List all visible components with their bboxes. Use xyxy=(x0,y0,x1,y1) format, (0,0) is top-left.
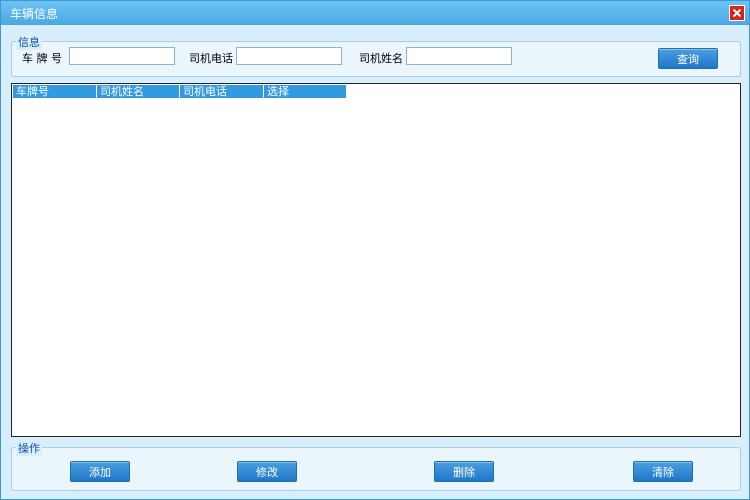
add-button[interactable]: 添加 xyxy=(70,461,130,482)
close-icon xyxy=(732,8,742,18)
operations-group: 操作 添加 修改 删除 清除 xyxy=(11,440,741,491)
info-group-legend: 信息 xyxy=(16,34,42,50)
title-bar[interactable]: 车辆信息 xyxy=(1,1,749,25)
column-header-driver-name[interactable]: 司机姓名 xyxy=(96,85,179,98)
table-header: 车牌号 司机姓名 司机电话 选择 xyxy=(13,85,346,98)
column-header-driver-phone[interactable]: 司机电话 xyxy=(179,85,263,98)
phone-label: 司机电话 xyxy=(189,52,233,65)
name-label: 司机姓名 xyxy=(359,52,403,65)
column-header-plate[interactable]: 车牌号 xyxy=(13,85,96,98)
window-title: 车辆信息 xyxy=(10,7,59,21)
query-button[interactable]: 查询 xyxy=(658,48,718,69)
delete-button[interactable]: 删除 xyxy=(434,461,494,482)
vehicle-table[interactable]: 车牌号 司机姓名 司机电话 选择 xyxy=(11,83,741,437)
name-input[interactable] xyxy=(406,47,512,65)
close-button[interactable] xyxy=(729,5,745,21)
operations-group-legend: 操作 xyxy=(16,440,42,456)
plate-input[interactable] xyxy=(69,47,175,65)
vehicle-info-window: 车辆信息 信息 车 牌 号 司机电话 司机姓名 查询 车牌号 司机姓名 司机电话… xyxy=(0,0,750,500)
edit-button[interactable]: 修改 xyxy=(237,461,297,482)
plate-label: 车 牌 号 xyxy=(22,52,62,65)
phone-input[interactable] xyxy=(236,47,342,65)
info-group: 信息 车 牌 号 司机电话 司机姓名 查询 xyxy=(11,34,741,77)
clear-button[interactable]: 清除 xyxy=(633,461,693,482)
column-header-select[interactable]: 选择 xyxy=(263,85,346,98)
